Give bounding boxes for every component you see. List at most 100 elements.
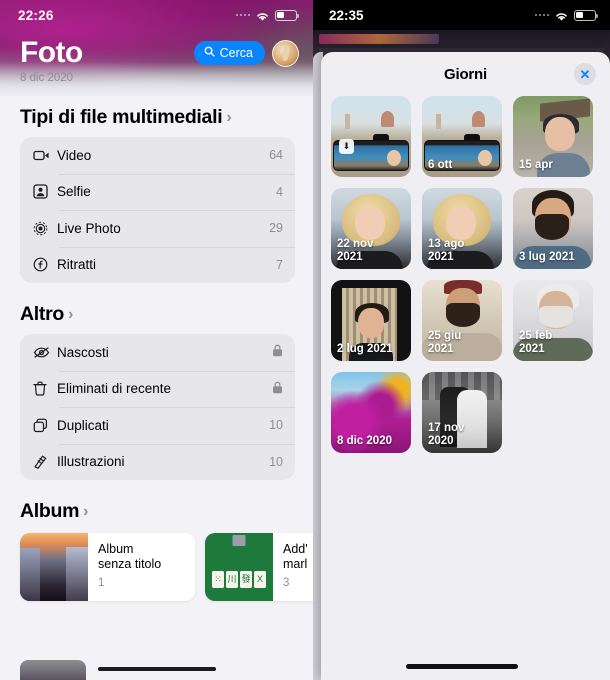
- list-item-duplicati[interactable]: Duplicati 10: [20, 407, 295, 444]
- list-item-live-photo[interactable]: Live Photo 29: [20, 210, 295, 247]
- mahjong-slot: [232, 535, 246, 546]
- lock-icon: [272, 381, 283, 397]
- list-item-nascosti[interactable]: Nascosti: [20, 334, 295, 371]
- status-indicators: [235, 9, 300, 21]
- album-meta: Add' marl 3: [273, 533, 313, 601]
- album-name-line2: marl: [283, 557, 308, 572]
- live-photo-icon: [33, 221, 57, 236]
- photo-tile[interactable]: 22 nov 2021: [331, 188, 411, 269]
- album-count: 1: [98, 576, 105, 589]
- album-thumbnail: ⁙ 川發 X: [205, 533, 273, 601]
- close-icon[interactable]: ✕: [574, 63, 596, 85]
- wifi-icon: [554, 10, 569, 21]
- status-time: 22:35: [329, 7, 364, 23]
- list-item-label: Live Photo: [57, 220, 121, 236]
- avatar[interactable]: [272, 39, 299, 67]
- album-meta: Album senza titolo 1: [88, 533, 169, 601]
- photo-tile-label: 8 dic 2020: [337, 435, 392, 448]
- photo-tile[interactable]: 25 giu 2021: [422, 280, 502, 361]
- photo-tile[interactable]: 2 lug 2021: [331, 280, 411, 361]
- album-card-untitled[interactable]: Album senza titolo 1: [20, 533, 195, 601]
- illustration-icon: [33, 454, 57, 470]
- list-item-count: 10: [269, 454, 283, 469]
- chevron-right-icon: ›: [68, 305, 74, 323]
- trash-icon: [33, 381, 57, 396]
- lock-icon: [272, 344, 283, 360]
- album-card-second[interactable]: ⁙ 川發 X Add' marl 3: [205, 533, 313, 601]
- section-header-media-types[interactable]: Tipi di file multimediali ›: [0, 106, 313, 137]
- section-title: Altro: [20, 303, 64, 325]
- other-card: Nascosti Eliminati di recente Duplicati …: [20, 334, 295, 480]
- photo-tile-label: 25 feb 2021: [519, 330, 553, 356]
- photo-tile[interactable]: 3 lug 2021: [513, 188, 593, 269]
- albums-next-row-peek: [20, 660, 86, 680]
- photo-tile-label: 13 ago 2021: [428, 238, 465, 264]
- photo-tile[interactable]: 17 nov 2020: [422, 372, 502, 453]
- list-item-eliminati[interactable]: Eliminati di recente: [20, 370, 295, 408]
- photo-tile[interactable]: 6 ott: [422, 96, 502, 177]
- search-button[interactable]: Cerca: [193, 41, 265, 65]
- album-count: 3: [283, 576, 290, 589]
- list-item-count: 29: [269, 221, 283, 236]
- signal-dots-icon: [534, 13, 549, 17]
- photo-tile[interactable]: 13 ago 2021: [422, 188, 502, 269]
- photo-tile[interactable]: 25 feb 2021: [513, 280, 593, 361]
- search-button-label: Cerca: [219, 46, 253, 60]
- battery-icon: [574, 9, 599, 21]
- list-item-label: Duplicati: [57, 417, 109, 433]
- status-time: 22:26: [18, 7, 54, 23]
- giorni-modal-sheet: Giorni ✕ ⬇ 6 ott 15 apr 22 nov 2021 13 a…: [321, 52, 610, 680]
- album-thumbnail: [20, 533, 88, 601]
- section-media-types: Tipi di file multimediali › Video 64 Sel…: [0, 106, 313, 283]
- video-camera-icon: [33, 149, 57, 162]
- sheet-header: Giorni ✕: [321, 52, 610, 96]
- list-item-count: 7: [276, 257, 283, 272]
- list-item-illustrazioni[interactable]: Illustrazioni 10: [20, 443, 295, 481]
- photo-tile[interactable]: 8 dic 2020: [331, 372, 411, 453]
- list-item-ritratti[interactable]: Ritratti 7: [20, 246, 295, 284]
- status-indicators: [534, 9, 599, 21]
- list-item-label: Video: [57, 147, 92, 163]
- photo-tile[interactable]: ⬇: [331, 96, 411, 177]
- dual-screenshot-stage: 22:26 Foto Cerca 8 dic 2020 Tipi di file…: [0, 0, 610, 680]
- signal-dots-icon: [235, 13, 250, 17]
- list-item-label: Eliminati di recente: [57, 381, 172, 397]
- portrait-icon: [33, 257, 57, 272]
- battery-icon: [275, 9, 300, 21]
- list-item-video[interactable]: Video 64: [20, 137, 295, 174]
- media-types-card: Video 64 Selfie 4 Live Photo 29 Ritratti…: [20, 137, 295, 283]
- photo-tile[interactable]: 15 apr: [513, 96, 593, 177]
- section-albums: Album › Album senza titolo 1 ⁙ 川 發 X Add…: [0, 500, 313, 601]
- page-title: Foto: [20, 36, 83, 69]
- header-subtitle-date: 8 dic 2020: [20, 72, 74, 84]
- photo-tile-label: 2 lug 2021: [337, 343, 393, 356]
- right-screen-giorni-sheet: 22:35 Giorni ✕ ⬇ 6 ott 15 apr 22 nov 202…: [313, 0, 610, 680]
- status-bar-right: 22:35: [313, 0, 610, 30]
- albums-horizontal-strip[interactable]: Album senza titolo 1 ⁙ 川發 X Add' marl 3: [0, 533, 313, 601]
- photos-content: Tipi di file multimediali › Video 64 Sel…: [0, 106, 313, 621]
- list-item-label: Ritratti: [57, 257, 97, 273]
- list-item-count: 4: [276, 184, 283, 199]
- selfie-icon: [33, 184, 57, 199]
- album-name-line1: Add': [283, 542, 308, 556]
- section-title: Album: [20, 500, 80, 522]
- eye-slash-icon: [33, 346, 57, 359]
- list-item-count: 64: [269, 148, 283, 163]
- photo-tile-label: 6 ott: [428, 159, 453, 172]
- photos-title-row: Foto Cerca: [0, 38, 313, 68]
- home-indicator: [405, 664, 518, 669]
- chevron-right-icon: ›: [83, 502, 89, 520]
- section-header-other[interactable]: Altro ›: [0, 303, 313, 334]
- list-item-label: Selfie: [57, 184, 91, 200]
- chevron-right-icon: ›: [226, 108, 232, 126]
- header-actions: Cerca: [193, 39, 299, 67]
- photo-tile-label: 17 nov 2020: [428, 422, 465, 448]
- album-name-line1: Album: [98, 542, 134, 556]
- section-header-albums[interactable]: Album ›: [0, 500, 313, 531]
- album-name-line2: senza titolo: [98, 557, 162, 572]
- photo-tile-label: 22 nov 2021: [337, 238, 374, 264]
- photo-tile-label: 25 giu 2021: [428, 330, 462, 356]
- list-item-count: 10: [269, 418, 283, 433]
- list-item-selfie[interactable]: Selfie 4: [20, 173, 295, 211]
- home-indicator: [97, 666, 216, 671]
